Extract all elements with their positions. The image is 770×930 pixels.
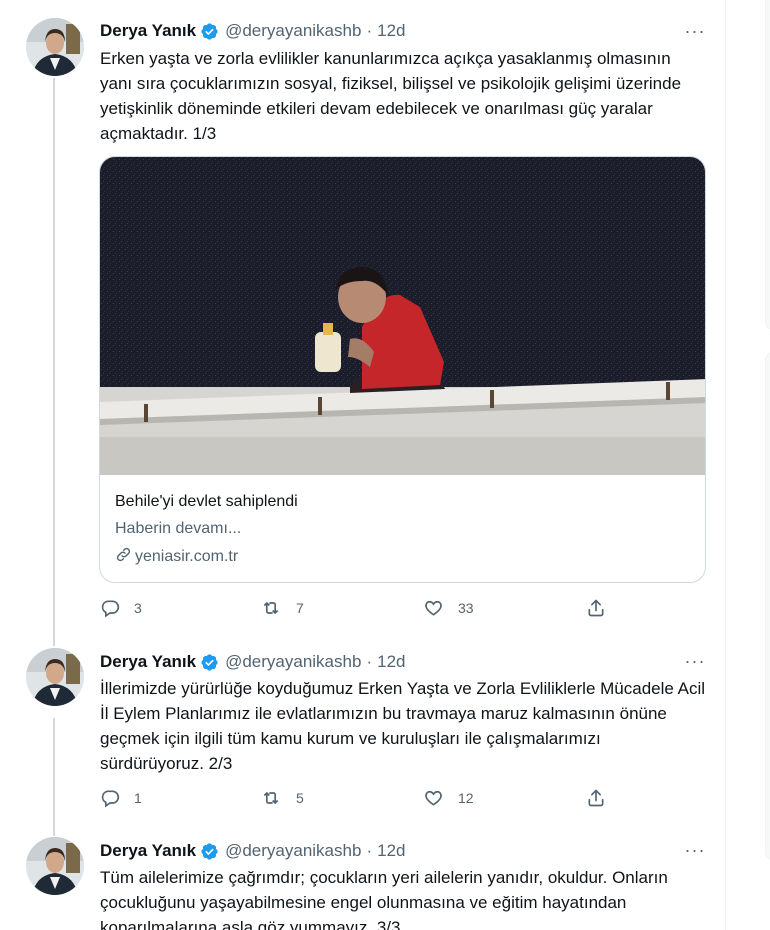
like-button[interactable]: 12 <box>423 788 474 808</box>
like-button[interactable]: 33 <box>423 598 474 618</box>
more-options-button[interactable]: ··· <box>682 652 708 674</box>
retweet-icon <box>260 598 282 618</box>
timestamp[interactable]: 12d <box>377 21 405 41</box>
author-name[interactable]: Derya Yanık <box>100 21 196 41</box>
tweet-text: İllerimizde yürürlüğe koyduğumuz Erken Y… <box>100 679 706 773</box>
reply-icon <box>100 598 120 618</box>
retweet-count: 5 <box>296 790 304 806</box>
retweet-button[interactable]: 5 <box>260 788 304 808</box>
more-options-button[interactable]: ··· <box>682 841 708 863</box>
card-domain-text: yeniasir.com.tr <box>135 548 239 565</box>
tweet-2[interactable]: Derya Yanık @deryayanikashb · 12d ··· İl… <box>0 640 726 830</box>
timestamp[interactable]: 12d <box>377 841 405 861</box>
link-card[interactable]: Behile'yi devlet sahiplendi Haberin deva… <box>99 156 706 583</box>
verified-badge-icon <box>200 653 219 672</box>
reply-button[interactable]: 3 <box>100 598 142 618</box>
tweet-text: Erken yaşta ve zorla evlilikler kanunlar… <box>100 49 682 143</box>
verified-badge-icon <box>200 842 219 861</box>
like-count: 33 <box>458 600 474 616</box>
retweet-count: 7 <box>296 600 304 616</box>
card-domain[interactable]: yeniasir.com.tr <box>115 546 238 568</box>
retweet-button[interactable]: 7 <box>260 598 304 618</box>
card-title[interactable]: Behile'yi devlet sahiplendi <box>115 493 298 511</box>
reply-icon <box>100 788 120 808</box>
author-handle[interactable]: @deryayanikashb <box>225 21 361 41</box>
separator: · <box>366 841 373 860</box>
tweet-header: Derya Yanık @deryayanikashb · 12d <box>100 840 405 862</box>
share-button[interactable] <box>586 598 606 618</box>
share-button[interactable] <box>586 788 606 808</box>
card-image[interactable] <box>100 157 705 475</box>
reply-button[interactable]: 1 <box>100 788 142 808</box>
author-handle[interactable]: @deryayanikashb <box>225 841 361 861</box>
heart-icon <box>423 598 444 618</box>
share-icon <box>586 788 606 808</box>
timestamp[interactable]: 12d <box>377 652 405 672</box>
reply-count: 1 <box>134 790 142 806</box>
share-icon <box>586 598 606 618</box>
link-icon <box>115 546 135 568</box>
sidebar-card <box>765 352 770 860</box>
right-sidebar-edge <box>727 0 770 930</box>
more-options-button[interactable]: ··· <box>682 22 708 44</box>
separator: · <box>366 652 373 671</box>
retweet-icon <box>260 788 282 808</box>
tweet-header: Derya Yanık @deryayanikashb · 12d <box>100 651 405 673</box>
author-name[interactable]: Derya Yanık <box>100 652 196 672</box>
card-description[interactable]: Haberin devamı... <box>115 520 241 538</box>
reply-count: 3 <box>134 600 142 616</box>
author-handle[interactable]: @deryayanikashb <box>225 652 361 672</box>
tweet-header: Derya Yanık @deryayanikashb · 12d <box>100 20 405 42</box>
like-count: 12 <box>458 790 474 806</box>
author-name[interactable]: Derya Yanık <box>100 841 196 861</box>
avatar[interactable] <box>26 18 84 76</box>
tweet-actions: 3 7 33 <box>100 598 620 620</box>
verified-badge-icon <box>200 22 219 41</box>
timeline: Derya Yanık @deryayanikashb · 12d ··· Er… <box>0 0 726 930</box>
tweet-actions: 1 5 12 <box>100 788 620 810</box>
tweet-text: Tüm ailelerimize çağrımdır; çocukların y… <box>100 868 668 930</box>
tweet-1[interactable]: Derya Yanık @deryayanikashb · 12d ··· Er… <box>0 0 726 640</box>
separator: · <box>366 21 373 40</box>
avatar[interactable] <box>26 648 84 706</box>
tweet-3[interactable]: Derya Yanık @deryayanikashb · 12d ··· Tü… <box>0 830 726 930</box>
heart-icon <box>423 788 444 808</box>
avatar[interactable] <box>26 837 84 895</box>
sidebar-card <box>765 0 770 330</box>
